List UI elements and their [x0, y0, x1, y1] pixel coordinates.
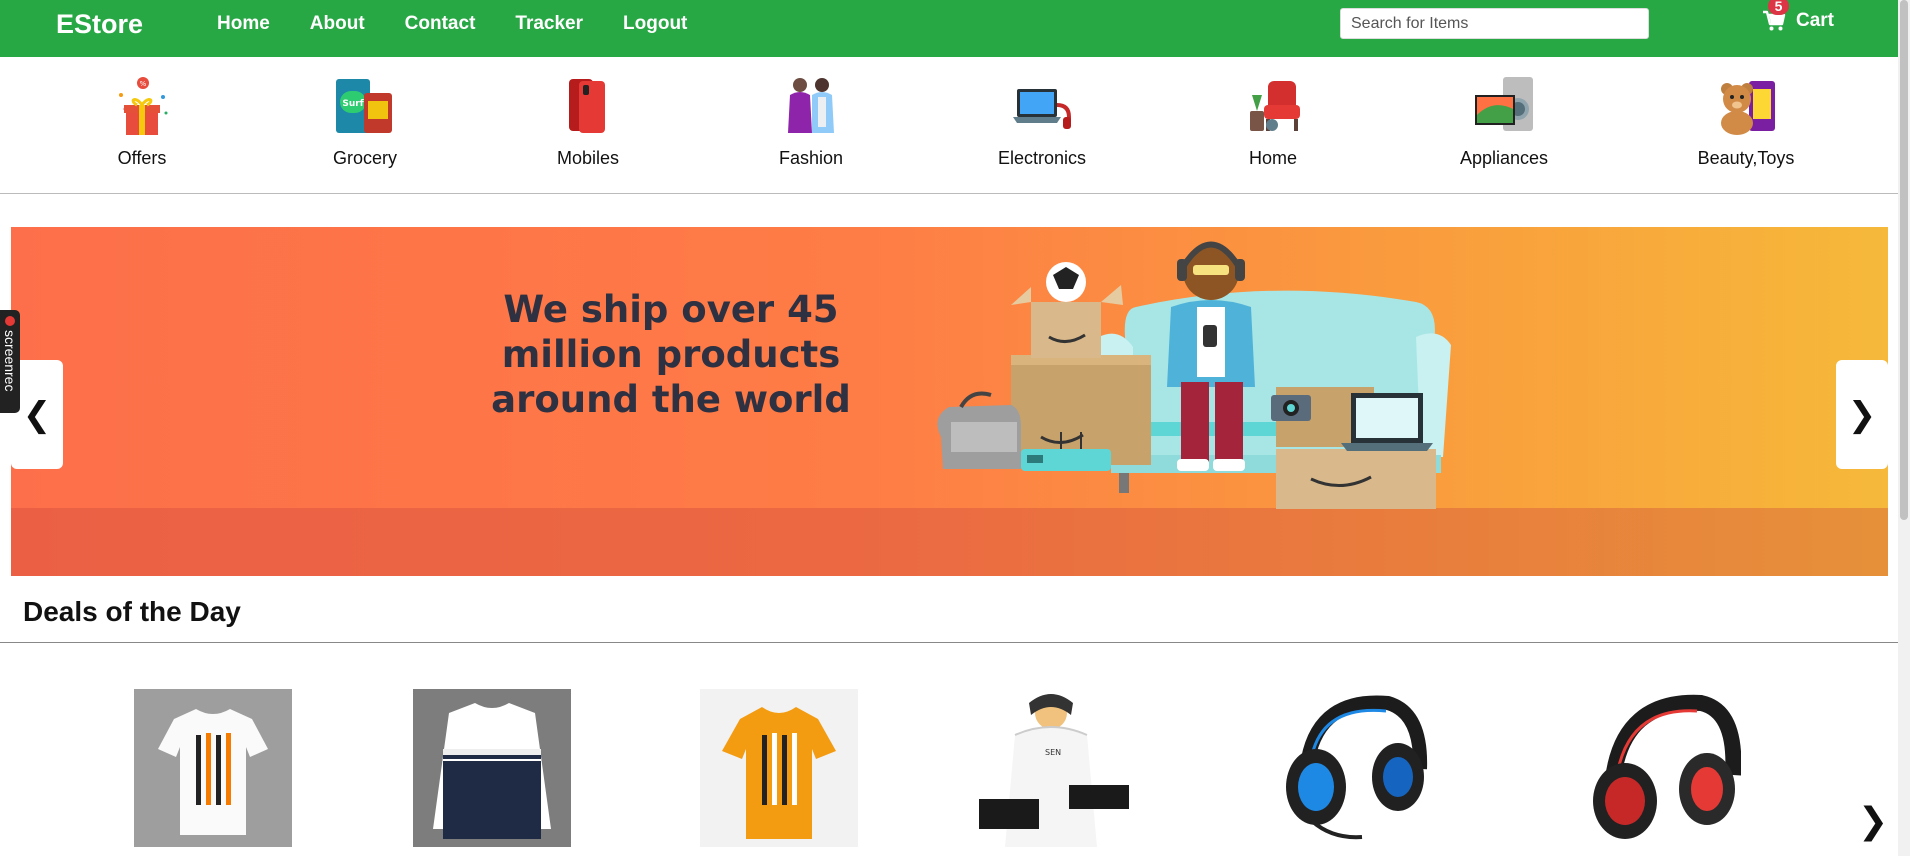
nav-link-logout[interactable]: Logout — [623, 13, 687, 35]
banner-illustration — [937, 241, 1451, 509]
teddy-bear-icon — [1715, 75, 1777, 137]
fashion-icon — [780, 75, 842, 137]
category-fashion[interactable]: Fashion — [721, 75, 901, 169]
deals-section-title: Deals of the Day — [23, 596, 241, 627]
svg-text:SEN: SEN — [1045, 748, 1061, 757]
category-label: Mobiles — [556, 148, 620, 168]
hero-carousel: We ship over 45 million products around … — [11, 227, 1888, 576]
page-scrollbar-thumb[interactable] — [1900, 0, 1908, 520]
deals-next-button[interactable]: ❯ — [1858, 800, 1888, 842]
armchair-icon — [1242, 75, 1304, 137]
product-image — [700, 689, 858, 847]
product-image: SEN — [979, 689, 1137, 847]
search-input[interactable] — [1340, 8, 1649, 39]
category-appliances[interactable]: Appliances — [1414, 75, 1594, 169]
cart-count-badge: 5 — [1768, 0, 1789, 15]
carousel-next-button[interactable]: ❯ — [1836, 360, 1888, 469]
category-label: Offers — [117, 148, 167, 168]
cart-label: Cart — [1796, 10, 1835, 31]
nav-links: Home About Contact Tracker Logout — [217, 13, 727, 35]
svg-text:Surf: Surf — [342, 99, 363, 109]
product-image — [413, 689, 571, 847]
category-mobiles[interactable]: Mobiles — [498, 75, 678, 169]
record-icon — [5, 316, 15, 326]
nav-link-tracker[interactable]: Tracker — [515, 13, 583, 35]
section-divider — [0, 642, 1898, 643]
product-card-navy-sweater[interactable] — [413, 689, 571, 847]
category-beauty-toys[interactable]: Beauty,Toys — [1656, 75, 1836, 169]
category-bar: % Offers Surf Grocery Mobiles Fashion El… — [0, 57, 1898, 194]
product-image — [134, 689, 292, 847]
top-navbar: EStore Home About Contact Tracker Logout… — [0, 0, 1898, 57]
banner-floor — [11, 508, 1888, 576]
category-label: Beauty,Toys — [1697, 148, 1795, 168]
brand-logo[interactable]: EStore — [56, 9, 143, 40]
nav-link-home[interactable]: Home — [217, 13, 270, 35]
product-image — [1272, 689, 1430, 847]
banner-headline: We ship over 45 million products around … — [491, 288, 851, 421]
category-label: Home — [1248, 148, 1297, 168]
screenrec-widget[interactable]: screenrec — [0, 310, 20, 413]
product-image — [1583, 689, 1741, 847]
grocery-icon: Surf — [334, 75, 396, 137]
category-label: Fashion — [778, 148, 844, 168]
category-electronics[interactable]: Electronics — [952, 75, 1132, 169]
category-grocery[interactable]: Surf Grocery — [275, 75, 455, 169]
category-home[interactable]: Home — [1183, 75, 1363, 169]
screenrec-label: screenrec — [2, 330, 18, 392]
product-card-red-headset[interactable] — [1583, 689, 1741, 847]
nav-link-about[interactable]: About — [310, 13, 365, 35]
category-offers[interactable]: % Offers — [52, 75, 232, 169]
svg-text:%: % — [140, 80, 147, 88]
laptop-icon — [1011, 75, 1073, 137]
nav-link-contact[interactable]: Contact — [405, 13, 476, 35]
mobile-phone-icon — [557, 75, 619, 137]
appliances-icon — [1473, 75, 1535, 137]
category-label: Electronics — [997, 148, 1087, 168]
category-label: Grocery — [332, 148, 397, 168]
product-card-orange-tshirt[interactable] — [700, 689, 858, 847]
gift-icon: % — [111, 75, 173, 137]
product-card-white-hoodie[interactable]: SEN — [979, 689, 1137, 847]
category-label: Appliances — [1459, 148, 1549, 168]
product-card-blue-headset[interactable] — [1272, 689, 1430, 847]
product-card-white-tshirt[interactable] — [134, 689, 292, 847]
